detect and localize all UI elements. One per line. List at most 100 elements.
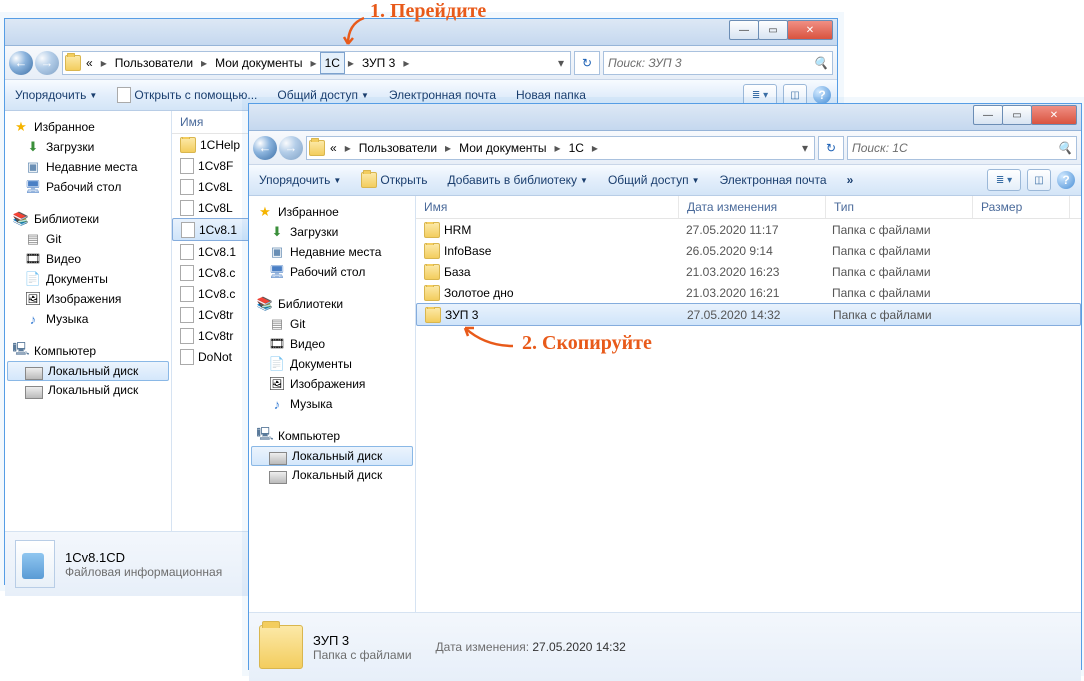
help-icon[interactable]: ? <box>813 86 831 104</box>
folder-row[interactable]: Золотое дно21.03.2020 16:21Папка с файла… <box>416 282 1081 303</box>
address-bar[interactable]: «▸ Пользователи▸ Мои документы▸ 1C▸ ЗУП … <box>62 51 571 75</box>
folder-row[interactable]: HRM27.05.2020 11:17Папка с файлами <box>416 219 1081 240</box>
view-button[interactable]: ≣ ▾ <box>987 169 1021 191</box>
more-button[interactable]: » <box>843 171 858 189</box>
forward-button[interactable]: → <box>35 51 59 75</box>
folder-row[interactable]: InfoBase26.05.2020 9:14Папка с файлами <box>416 240 1081 261</box>
nav-recent[interactable]: ▣Недавние места <box>251 242 413 262</box>
breadcrumb-users[interactable]: Пользователи <box>110 52 198 74</box>
folder-row[interactable]: База21.03.2020 16:23Папка с файлами <box>416 261 1081 282</box>
email-button[interactable]: Электронная почта <box>385 86 500 104</box>
minimize-button[interactable]: — <box>973 105 1003 125</box>
address-bar[interactable]: «▸ Пользователи▸ Мои документы▸ 1C▸ ▾ <box>306 136 815 160</box>
nav-docs[interactable]: 📄Документы <box>7 269 169 289</box>
search-icon: 🔍 <box>1057 141 1072 155</box>
maximize-button[interactable]: ▭ <box>758 20 788 40</box>
status-filename: 1Cv8.1CD <box>65 550 222 565</box>
email-button[interactable]: Электронная почта <box>715 171 830 189</box>
breadcrumb-1c[interactable]: 1C <box>320 52 345 74</box>
nav-computer[interactable]: 🖳Компьютер <box>251 426 413 446</box>
nav-disk2[interactable]: Локальный диск <box>251 466 413 484</box>
breadcrumb-docs[interactable]: Мои документы <box>210 52 307 74</box>
search-icon: 🔍 <box>813 56 828 70</box>
nav-disk2[interactable]: Локальный диск <box>7 381 169 399</box>
search-input[interactable]: Поиск: 1C🔍 <box>847 136 1077 160</box>
file-icon <box>180 200 194 216</box>
status-date-value: 27.05.2020 14:32 <box>532 640 625 654</box>
nav-desktop[interactable]: 🖥Рабочий стол <box>7 177 169 197</box>
nav-images[interactable]: 🖼Изображения <box>7 289 169 309</box>
nav-desktop[interactable]: 🖥Рабочий стол <box>251 262 413 282</box>
folder-icon <box>424 285 440 301</box>
addlib-button[interactable]: Добавить в библиотеку ▼ <box>443 171 591 189</box>
maximize-button[interactable]: ▭ <box>1002 105 1032 125</box>
column-headers[interactable]: Имя Дата изменения Тип Размер <box>416 196 1081 219</box>
col-type[interactable]: Тип <box>826 196 973 218</box>
nav-video[interactable]: 🎞Видео <box>251 334 413 354</box>
nav-git[interactable]: ▤Git <box>7 229 169 249</box>
breadcrumb-users[interactable]: Пользователи <box>354 137 442 159</box>
folder-icon <box>424 243 440 259</box>
breadcrumb-docs[interactable]: Мои документы <box>454 137 551 159</box>
titlebar[interactable]: — ▭ ✕ <box>5 19 837 46</box>
folder-icon <box>425 307 441 323</box>
breadcrumb-1c[interactable]: 1C <box>564 137 589 159</box>
openwith-button[interactable]: Открыть с помощью... <box>113 85 261 105</box>
nav-computer[interactable]: 🖳Компьютер <box>7 341 169 361</box>
nav-downloads[interactable]: ⬇Загрузки <box>7 137 169 157</box>
share-button[interactable]: Общий доступ ▼ <box>604 171 704 189</box>
file-list: Имя Дата изменения Тип Размер HRM27.05.2… <box>416 196 1081 612</box>
nav-libraries[interactable]: 📚Библиотеки <box>7 209 169 229</box>
nav-music[interactable]: ♪Музыка <box>251 394 413 414</box>
nav-video[interactable]: 🎞Видео <box>7 249 169 269</box>
file-icon <box>180 158 194 174</box>
close-button[interactable]: ✕ <box>1031 105 1077 125</box>
nav-images[interactable]: 🖼Изображения <box>251 374 413 394</box>
nav-disk1[interactable]: Локальный диск <box>7 361 169 381</box>
nav-favorites[interactable]: ★Избранное <box>251 202 413 222</box>
file-icon <box>180 307 194 323</box>
col-size[interactable]: Размер <box>973 196 1070 218</box>
col-date[interactable]: Дата изменения <box>679 196 826 218</box>
drive-icon <box>269 452 287 465</box>
newfolder-button[interactable]: Новая папка <box>512 86 590 104</box>
file-icon <box>180 179 194 195</box>
col-name[interactable]: Имя <box>416 196 679 218</box>
nav-disk1[interactable]: Локальный диск <box>251 446 413 466</box>
back-button[interactable]: ← <box>253 136 277 160</box>
file-icon <box>181 222 195 238</box>
nav-docs[interactable]: 📄Документы <box>251 354 413 374</box>
titlebar[interactable]: — ▭ ✕ <box>249 104 1081 131</box>
file-icon <box>180 265 194 281</box>
nav-downloads[interactable]: ⬇Загрузки <box>251 222 413 242</box>
open-button[interactable]: Открыть <box>357 170 431 190</box>
share-button[interactable]: Общий доступ ▼ <box>273 86 373 104</box>
nav-git[interactable]: ▤Git <box>251 314 413 334</box>
close-button[interactable]: ✕ <box>787 20 833 40</box>
file-icon <box>180 286 194 302</box>
breadcrumb-back[interactable]: « <box>325 137 342 159</box>
nav-pane: ★Избранное ⬇Загрузки ▣Недавние места 🖥Ра… <box>5 111 172 531</box>
folder-icon <box>180 137 196 153</box>
status-date-label: Дата изменения: <box>436 640 530 654</box>
folder-icon <box>424 264 440 280</box>
nav-recent[interactable]: ▣Недавние места <box>7 157 169 177</box>
forward-button[interactable]: → <box>279 136 303 160</box>
breadcrumb-zup3[interactable]: ЗУП 3 <box>357 52 400 74</box>
breadcrumb-back[interactable]: « <box>81 52 98 74</box>
nav-favorites[interactable]: ★Избранное <box>7 117 169 137</box>
refresh-button[interactable]: ↻ <box>574 51 600 75</box>
preview-pane-button[interactable]: ◫ <box>1027 169 1051 191</box>
back-button[interactable]: ← <box>9 51 33 75</box>
help-icon[interactable]: ? <box>1057 171 1075 189</box>
folder-row-selected[interactable]: ЗУП 327.05.2020 14:32Папка с файлами <box>416 303 1081 326</box>
nav-libraries[interactable]: 📚Библиотеки <box>251 294 413 314</box>
refresh-button[interactable]: ↻ <box>818 136 844 160</box>
navbar: ← → «▸ Пользователи▸ Мои документы▸ 1C▸ … <box>5 46 837 80</box>
nav-music[interactable]: ♪Музыка <box>7 309 169 329</box>
file-icon <box>180 244 194 260</box>
organize-button[interactable]: Упорядочить ▼ <box>255 171 345 189</box>
organize-button[interactable]: Упорядочить ▼ <box>11 86 101 104</box>
minimize-button[interactable]: — <box>729 20 759 40</box>
search-input[interactable]: Поиск: ЗУП 3🔍 <box>603 51 833 75</box>
